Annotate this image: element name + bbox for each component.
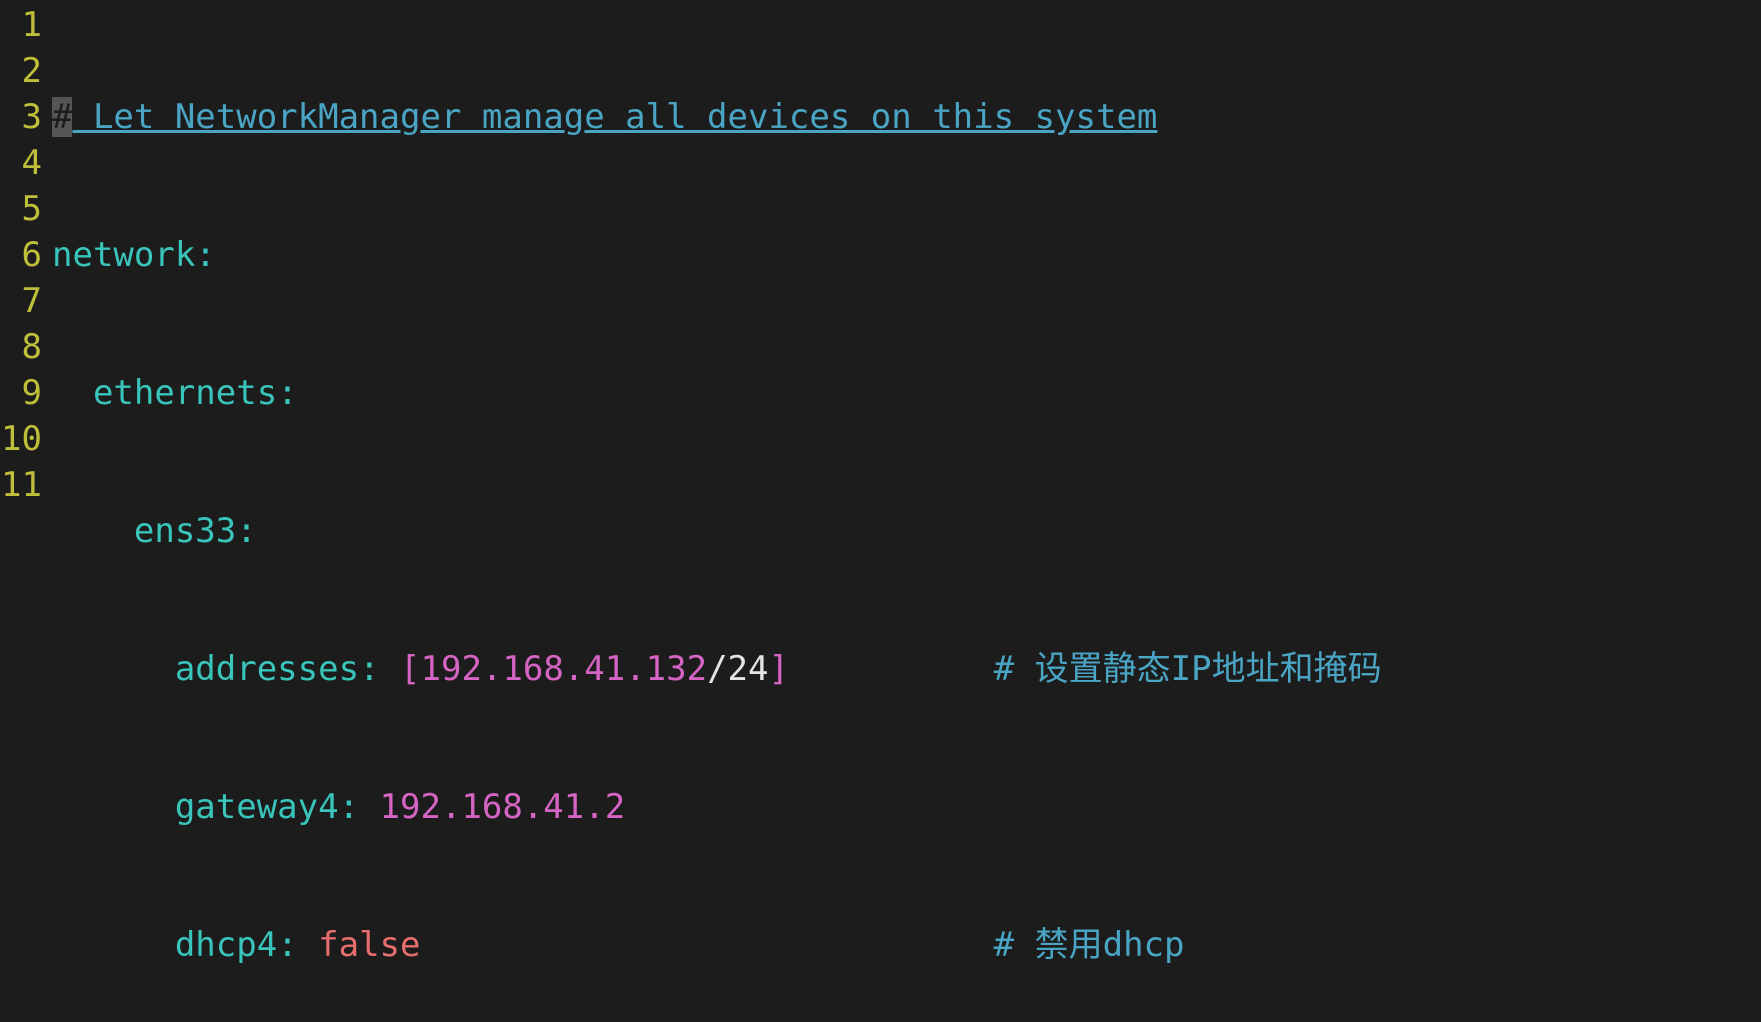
yaml-key: addresses xyxy=(175,649,359,689)
line-number: 5 xyxy=(0,186,48,232)
bracket-close: ] xyxy=(769,649,789,689)
code-line[interactable]: # Let NetworkManager manage all devices … xyxy=(52,94,1382,140)
colon: : xyxy=(339,787,359,827)
cursor: # xyxy=(52,97,72,137)
line-number: 8 xyxy=(0,324,48,370)
line-number-gutter: 1 2 3 4 5 6 7 8 9 10 11 xyxy=(0,0,48,1022)
colon: : xyxy=(236,511,256,551)
line-number: 10 xyxy=(0,416,48,462)
yaml-key: gateway4 xyxy=(175,787,339,827)
yaml-key: ens33 xyxy=(134,511,236,551)
yaml-key: ethernets xyxy=(93,373,277,413)
code-editor[interactable]: 1 2 3 4 5 6 7 8 9 10 11 # Let NetworkMan… xyxy=(0,0,1761,1022)
yaml-key: network xyxy=(52,235,195,275)
colon: : xyxy=(277,373,297,413)
boolean-false: false xyxy=(298,925,421,965)
code-line[interactable]: dhcp4: false # 禁用dhcp xyxy=(52,922,1382,968)
line-number: 9 xyxy=(0,370,48,416)
colon: : xyxy=(195,235,215,275)
line-number: 6 xyxy=(0,232,48,278)
colon: : xyxy=(359,649,379,689)
code-area[interactable]: # Let NetworkManager manage all devices … xyxy=(48,0,1382,1022)
comment-text: Let NetworkManager manage all devices on… xyxy=(72,97,1157,137)
line-number: 11 xyxy=(0,462,48,508)
code-line[interactable]: ens33: xyxy=(52,508,1382,554)
comment-text: # 禁用dhcp xyxy=(994,925,1185,965)
ip-address: 192.168.41.2 xyxy=(359,787,625,827)
cidr-suffix: /24 xyxy=(707,649,768,689)
line-number: 4 xyxy=(0,140,48,186)
line-number: 7 xyxy=(0,278,48,324)
ip-address: 192.168.41.132 xyxy=(421,649,708,689)
code-line[interactable]: gateway4: 192.168.41.2 xyxy=(52,784,1382,830)
line-number: 3 xyxy=(0,94,48,140)
code-line[interactable]: ethernets: xyxy=(52,370,1382,416)
yaml-key: dhcp4 xyxy=(175,925,277,965)
code-line[interactable]: network: xyxy=(52,232,1382,278)
colon: : xyxy=(277,925,297,965)
line-number: 2 xyxy=(0,48,48,94)
code-line[interactable]: addresses: [192.168.41.132/24] # 设置静态IP地… xyxy=(52,646,1382,692)
comment-text: # 设置静态IP地址和掩码 xyxy=(994,649,1382,689)
bracket-open: [ xyxy=(380,649,421,689)
line-number: 1 xyxy=(0,2,48,48)
